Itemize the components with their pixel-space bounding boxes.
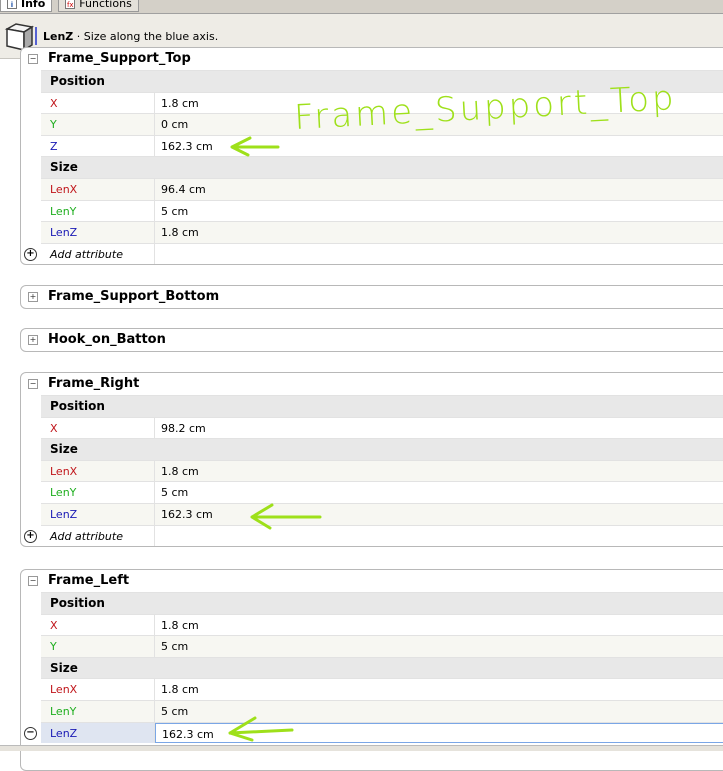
- component-panel: + Frame_Support_Bottom: [20, 285, 723, 309]
- attribute-row-leny[interactable]: LenY 5 cm: [41, 481, 723, 503]
- component-title[interactable]: Frame_Support_Top: [48, 51, 191, 66]
- fx-icon: fx: [65, 0, 76, 9]
- attribute-row-lenz-selected[interactable]: − LenZ 162.3 cm: [24, 721, 723, 744]
- attribute-row-z[interactable]: Z 162.3 cm: [41, 134, 723, 157]
- add-icon[interactable]: +: [24, 529, 37, 543]
- attribute-row-x[interactable]: X 1.8 cm: [41, 613, 723, 636]
- component-title[interactable]: Frame_Support_Bottom: [48, 289, 219, 304]
- status-bar: [0, 745, 723, 751]
- add-attribute-row[interactable]: + Add attribute: [24, 524, 723, 547]
- info-icon: i: [7, 0, 17, 9]
- component-title[interactable]: Frame_Right: [48, 376, 139, 391]
- attribute-row-lenz[interactable]: LenZ 162.3 cm: [41, 502, 723, 525]
- attribute-row-y[interactable]: Y5 cm: [41, 635, 723, 657]
- attribute-row-lenx[interactable]: LenX 1.8 cm: [41, 459, 723, 482]
- group-size: Size: [41, 656, 723, 679]
- attribute-table: Position X 98.2 cm Size LenX 1.8 cm LenY 5 …: [24, 395, 723, 547]
- component-panel: − Frame_Support_Top Position X 1.8 cm Y0 c…: [20, 47, 723, 266]
- component-panel: − Frame_Right Position X 98.2 cm Size LenX…: [20, 372, 723, 548]
- attribute-row-leny[interactable]: LenY 5 cm: [41, 199, 723, 222]
- tab-bar: i Info fx Functions: [0, 0, 723, 14]
- remove-icon[interactable]: −: [24, 726, 37, 740]
- group-size: Size: [41, 156, 723, 178]
- collapse-toggle[interactable]: −: [28, 576, 38, 586]
- group-position: Position: [41, 592, 723, 614]
- attribute-row-lenx[interactable]: LenX 1.8 cm: [41, 678, 723, 700]
- group-size: Size: [41, 438, 723, 460]
- add-icon[interactable]: +: [24, 247, 37, 261]
- component-title[interactable]: Hook_on_Batton: [48, 332, 166, 347]
- expand-toggle[interactable]: +: [28, 292, 38, 302]
- group-position: Position: [41, 395, 723, 417]
- tab-functions[interactable]: fx Functions: [58, 0, 139, 12]
- component-panel: − Frame_Left Position X 1.8 cm Y5 cm Size …: [20, 569, 723, 771]
- lenz-value-input[interactable]: 162.3 cm: [155, 722, 723, 744]
- attribute-name: LenZ: [43, 30, 74, 43]
- attribute-row-lenx[interactable]: LenX 96.4 cm: [41, 177, 723, 200]
- collapse-toggle[interactable]: −: [28, 379, 38, 389]
- component-panel: + Hook_on_Batton: [20, 328, 723, 352]
- attribute-row-leny[interactable]: LenY 5 cm: [41, 699, 723, 722]
- collapse-toggle[interactable]: −: [28, 54, 38, 64]
- attribute-table: Position X 1.8 cm Y5 cm Size LenX 1.8 cm L…: [24, 592, 723, 744]
- attribute-row-lenz[interactable]: LenZ 1.8 cm: [41, 221, 723, 243]
- tab-info[interactable]: i Info: [0, 0, 53, 12]
- attribute-row-x[interactable]: X 98.2 cm: [41, 416, 723, 439]
- add-attribute-row[interactable]: + Add attribute: [24, 242, 723, 265]
- expand-toggle[interactable]: +: [28, 335, 38, 345]
- attribute-description: · Size along the blue axis.: [76, 30, 219, 43]
- component-title[interactable]: Frame_Left: [48, 573, 129, 588]
